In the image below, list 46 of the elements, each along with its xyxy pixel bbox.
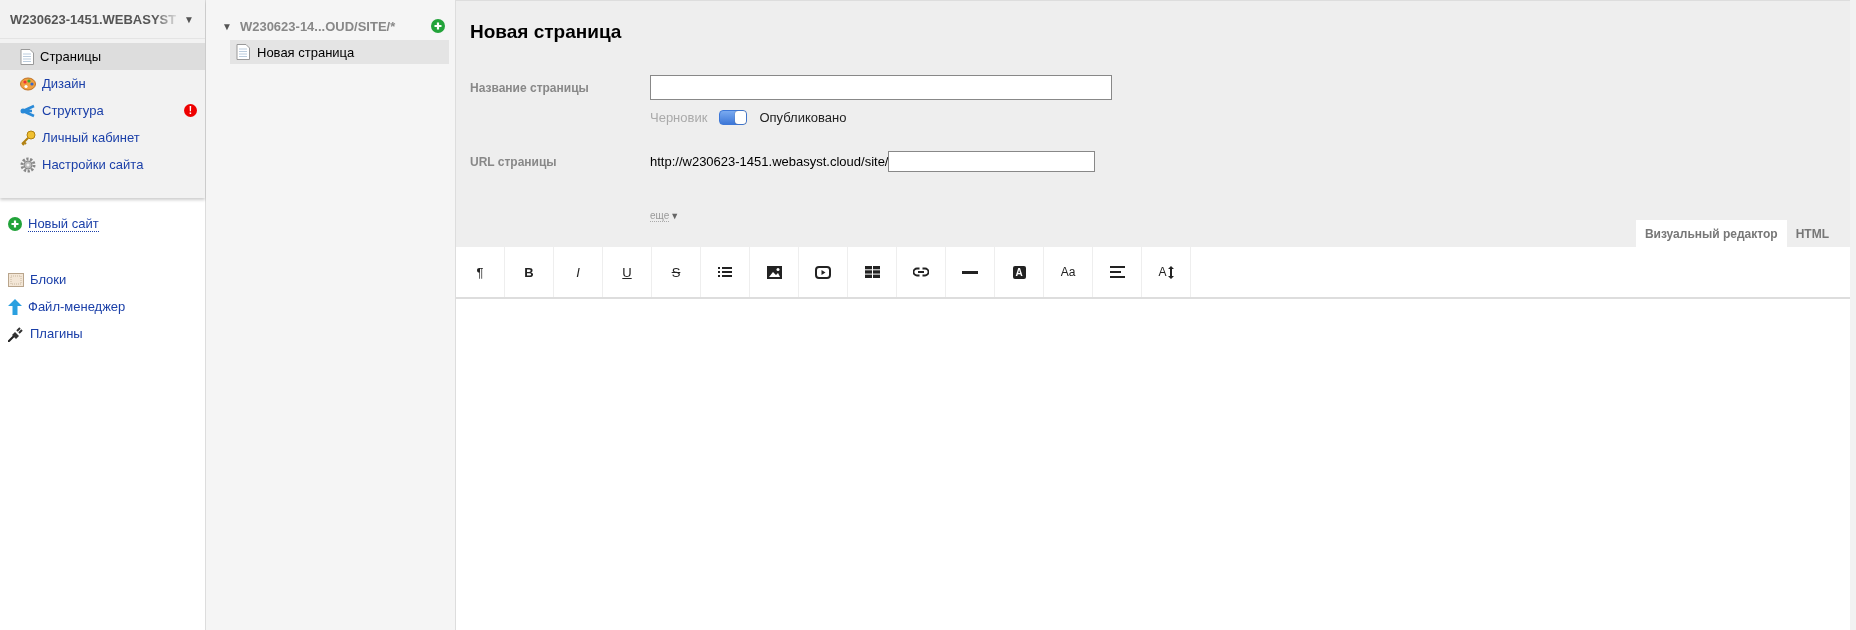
dropdown-caret-icon[interactable]: ▼	[184, 13, 194, 25]
caret-icon[interactable]: ▼	[670, 211, 680, 221]
new-site-link[interactable]: Новый сайт	[28, 216, 99, 232]
add-icon[interactable]	[431, 19, 445, 33]
editor-tab[interactable]: Визуальный редактор	[1635, 220, 1787, 247]
sidebar-item[interactable]: Настройки сайта	[0, 151, 205, 178]
editor-tab[interactable]: HTML	[1786, 220, 1838, 247]
site-url-title: W230623-14...OUD/SITE/*	[239, 18, 396, 34]
field-label: URL страницы	[470, 154, 558, 169]
text-color-button[interactable]: A	[1012, 265, 1026, 279]
list-icon	[718, 266, 732, 278]
sidebar-item[interactable]: Блоки	[0, 266, 205, 293]
sidebar-item[interactable]: Файл-менеджер	[0, 293, 205, 320]
sidebar-item[interactable]: Страницы	[0, 43, 205, 70]
link-icon	[913, 267, 929, 277]
palette-icon	[20, 76, 36, 91]
collapse-caret-icon[interactable]: ▼	[222, 20, 232, 32]
page-name-field[interactable]	[650, 75, 1112, 100]
alert-badge: !	[184, 104, 197, 117]
site-title[interactable]: W230623-1451.WEBASYST	[10, 11, 180, 27]
page-item[interactable]: Новая страница	[230, 40, 449, 64]
sidebar-item[interactable]: Структура !	[0, 97, 205, 124]
url-prefix: http://w230623-1451.webasyst.cloud/site/	[650, 154, 889, 169]
line-height-button[interactable]: A	[1158, 265, 1174, 279]
key-icon	[20, 129, 36, 146]
page-icon	[236, 44, 250, 60]
plug-icon	[8, 325, 24, 342]
field-label: Название страницы	[470, 80, 590, 95]
toggle-label: Опубликовано	[759, 110, 847, 125]
table-icon	[864, 266, 880, 278]
url-field[interactable]	[888, 151, 1096, 172]
publish-toggle[interactable]	[719, 110, 748, 125]
share-icon	[20, 103, 36, 118]
toggle-label: Черновик	[650, 110, 708, 125]
page-icon	[20, 48, 34, 65]
arrow-up-icon	[8, 298, 22, 315]
blocks-icon	[8, 272, 24, 287]
image-icon	[766, 265, 782, 279]
align-left-icon	[1109, 266, 1125, 278]
sidebar-item[interactable]: Дизайн	[0, 70, 205, 97]
video-icon	[815, 265, 831, 279]
page-title: Новая страница	[470, 21, 623, 43]
add-icon[interactable]	[8, 217, 22, 231]
sidebar-item[interactable]: Личный кабинет	[0, 124, 205, 151]
sidebar-item[interactable]: Плагины	[0, 320, 205, 347]
gear-icon	[20, 156, 36, 173]
